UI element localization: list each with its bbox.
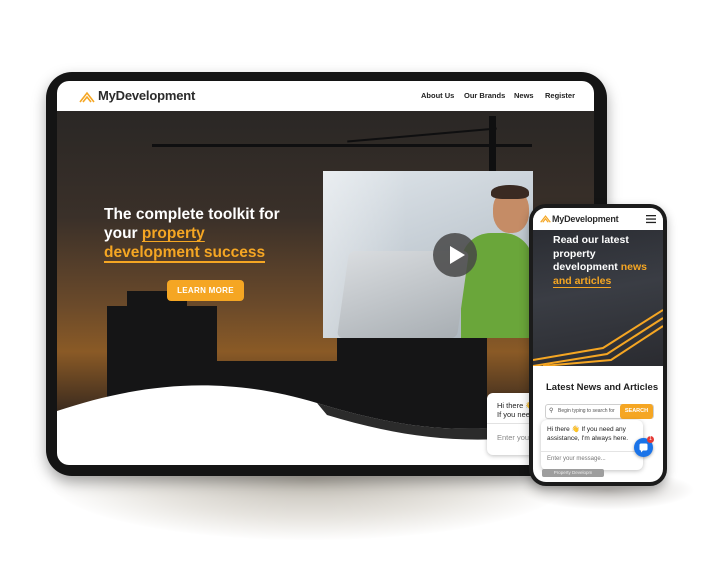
crane-mast (489, 116, 496, 176)
property-developm-button[interactable]: Property Developm (542, 469, 604, 477)
phone-hero-headline: Read our latest property development new… (553, 234, 659, 288)
headline-word: your (104, 225, 138, 242)
phone-chat-input[interactable]: Enter your message... (547, 456, 606, 462)
hero-stripes-decoration (533, 309, 663, 366)
person-hair (491, 185, 529, 199)
latest-news-heading: Latest News and Articles (546, 382, 659, 393)
crane-cable (347, 127, 497, 143)
chat-unread-badge: 1 (647, 436, 654, 443)
learn-more-button[interactable]: LEARN MORE (167, 280, 244, 301)
phone-navbar: MyDevelopment (533, 208, 663, 230)
phone-chat-message: Hi there 👋 If you need any assistance, I… (547, 426, 629, 442)
tablet-navbar: MyDevelopment About Us Our Brands News R… (57, 81, 594, 111)
tablet-hero-headline: The complete toolkit for your property d… (104, 205, 324, 263)
nav-link-about-us[interactable]: About Us (421, 91, 454, 100)
roof-icon (540, 215, 551, 223)
crane-jib (152, 144, 532, 147)
nav-link-register[interactable]: Register (545, 91, 575, 100)
phone-chat-divider (541, 451, 643, 452)
phone-screen: MyDevelopment Read our latest property d… (533, 208, 663, 482)
headline-line1: The complete toolkit for (104, 206, 280, 223)
search-input[interactable]: Begin typing to search for po (558, 408, 616, 414)
phone-headline-word: development (553, 261, 618, 273)
phone-headline-highlight-2: and articles (553, 274, 612, 288)
phone-brand-logo-text[interactable]: MyDevelopment (552, 214, 619, 224)
play-button[interactable] (433, 233, 477, 277)
play-icon (450, 246, 465, 264)
roof-icon (79, 91, 95, 103)
brand-logo-text[interactable]: MyDevelopment (98, 88, 195, 103)
phone-headline-line2: property (553, 247, 596, 260)
tablet-chat-input[interactable]: Enter you (497, 433, 529, 442)
phone-headline-highlight-1: news (620, 261, 647, 273)
nav-link-news[interactable]: News (514, 91, 534, 100)
tablet-screen: MyDevelopment About Us Our Brands News R… (57, 81, 594, 465)
hero-video[interactable] (323, 171, 533, 338)
news-search-bar[interactable]: ⚲ Begin typing to search for po SEARCH (545, 404, 654, 419)
search-button[interactable]: SEARCH (620, 404, 653, 419)
headline-highlight-1: property (141, 225, 205, 242)
nav-link-our-brands[interactable]: Our Brands (464, 91, 505, 100)
search-icon: ⚲ (549, 408, 554, 414)
phone-chat-widget[interactable]: Hi there 👋 If you need any assistance, I… (541, 420, 643, 470)
hamburger-menu-icon[interactable] (646, 214, 656, 224)
phone-headline-line1: Read our latest (553, 234, 629, 246)
headline-highlight-2: development success (104, 244, 266, 263)
